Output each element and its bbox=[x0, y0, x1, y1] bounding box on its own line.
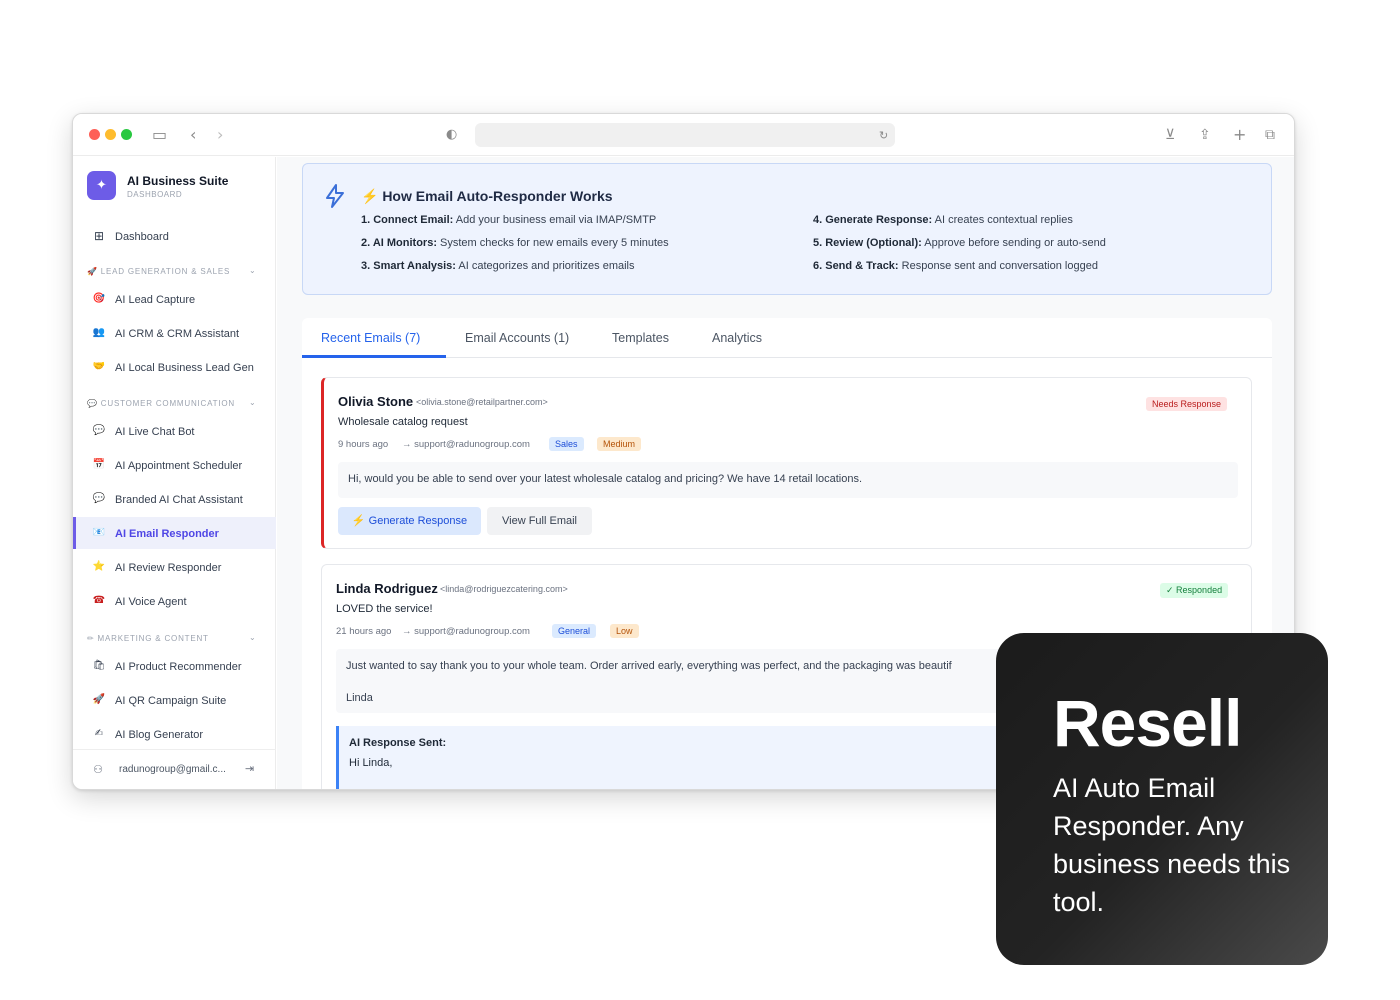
shield-icon[interactable]: ◐ bbox=[446, 125, 457, 145]
sidebar-item-crm-assistant[interactable]: 👥 AI CRM & CRM Assistant bbox=[73, 317, 276, 349]
promo-title: Resell bbox=[1053, 686, 1242, 760]
step-5: 5. Review (Optional): Approve before sen… bbox=[813, 237, 1106, 249]
writing-hand-icon: ✍ bbox=[94, 728, 104, 739]
sidebar-item-lead-capture[interactable]: 🎯 AI Lead Capture bbox=[73, 283, 276, 315]
rocket-icon: 🚀 bbox=[92, 694, 106, 705]
ai-response-text: Hi Linda, bbox=[349, 757, 393, 769]
target-icon: 🎯 bbox=[92, 293, 106, 304]
email-time: 9 hours ago bbox=[338, 439, 389, 450]
handshake-icon: 🤝 bbox=[92, 361, 106, 372]
forward-icon[interactable]: › bbox=[217, 125, 223, 145]
section-lead-generation[interactable]: 🚀 LEAD GENERATION & SALES ⌄ bbox=[87, 266, 256, 276]
sidebar-item-email-responder[interactable]: 📧 AI Email Responder bbox=[73, 517, 276, 549]
recipient-email: → support@radunogroup.com bbox=[402, 439, 530, 450]
sender-email: <olivia.stone@retailpartner.com> bbox=[416, 397, 548, 407]
address-bar[interactable]: ↻ bbox=[475, 123, 895, 147]
promo-body: AI Auto Email Responder. Any business ne… bbox=[1053, 773, 1291, 917]
tab-templates[interactable]: Templates bbox=[612, 331, 669, 345]
step-1: 1. Connect Email: Add your business emai… bbox=[361, 214, 657, 226]
status-badge: Needs Response bbox=[1146, 397, 1228, 411]
user-account[interactable]: ⚇ radunogroup@gmail.c... ⇥ bbox=[73, 749, 276, 789]
zoom-window-button[interactable] bbox=[121, 129, 132, 140]
chat-icon: 💬 bbox=[92, 425, 106, 436]
email-subject: Wholesale catalog request bbox=[338, 416, 468, 428]
brand-logo-icon: ✦ bbox=[87, 171, 116, 200]
promo-card: Resell AI Auto Email Responder. Any busi… bbox=[996, 633, 1328, 965]
view-full-email-button[interactable]: View Full Email bbox=[487, 507, 592, 535]
tab-recent-emails[interactable]: Recent Emails (7) bbox=[321, 331, 420, 345]
section-marketing-content[interactable]: ✏ MARKETING & CONTENT ⌄ bbox=[87, 633, 256, 643]
user-avatar-icon: ⚇ bbox=[93, 763, 103, 776]
step-3: 3. Smart Analysis: AI categorizes and pr… bbox=[361, 260, 635, 272]
status-badge: ✓ Responded bbox=[1160, 583, 1229, 598]
email-icon: 📧 bbox=[92, 527, 106, 538]
sidebar: ✦ AI Business Suite DASHBOARD ⊞ Dashboar… bbox=[73, 157, 276, 789]
sender-email: <linda@rodriguezcatering.com> bbox=[440, 584, 568, 594]
email-time: 21 hours ago bbox=[336, 626, 392, 637]
tab-analytics[interactable]: Analytics bbox=[712, 331, 762, 345]
chevron-down-icon: ⌄ bbox=[249, 633, 257, 642]
users-icon: 👥 bbox=[92, 327, 106, 338]
grid-icon: ⊞ bbox=[93, 229, 105, 243]
active-tab-indicator bbox=[302, 355, 446, 358]
shopping-bags-icon: 🛍 bbox=[92, 660, 106, 671]
star-icon: ⭐ bbox=[92, 561, 106, 572]
ai-response-label: AI Response Sent: bbox=[349, 737, 447, 749]
calendar-icon: 📅 bbox=[92, 459, 106, 470]
step-6: 6. Send & Track: Response sent and conve… bbox=[813, 260, 1098, 272]
browser-toolbar: ▭ ‹ › ◐ ↻ ⊻ ⇪ + ⧉ bbox=[73, 114, 1294, 156]
brand-title: AI Business Suite bbox=[127, 174, 229, 188]
tab-overview-icon[interactable]: ⧉ bbox=[1265, 125, 1275, 145]
tab-bar: Recent Emails (7) Email Accounts (1) Tem… bbox=[302, 318, 1272, 358]
close-window-button[interactable] bbox=[89, 129, 100, 140]
user-email: radunogroup@gmail.c... bbox=[119, 764, 226, 775]
section-customer-communication[interactable]: 💬 CUSTOMER COMMUNICATION ⌄ bbox=[87, 398, 256, 408]
email-card[interactable]: Olivia Stone <olivia.stone@retailpartner… bbox=[321, 377, 1252, 549]
brand[interactable]: ✦ AI Business Suite DASHBOARD bbox=[87, 171, 267, 207]
email-subject: LOVED the service! bbox=[336, 603, 433, 615]
chevron-down-icon: ⌄ bbox=[249, 266, 257, 275]
sidebar-item-review-responder[interactable]: ⭐ AI Review Responder bbox=[73, 551, 276, 583]
logout-icon[interactable]: ⇥ bbox=[245, 762, 254, 775]
sidebar-item-product-recommender[interactable]: 🛍 AI Product Recommender bbox=[73, 650, 276, 682]
minimize-window-button[interactable] bbox=[105, 129, 116, 140]
tab-email-accounts[interactable]: Email Accounts (1) bbox=[465, 331, 569, 345]
generate-response-button[interactable]: ⚡ Generate Response bbox=[338, 507, 481, 535]
reload-icon[interactable]: ↻ bbox=[879, 126, 888, 146]
how-it-works-box: ⚡ How Email Auto-Responder Works 1. Conn… bbox=[302, 163, 1272, 295]
sidebar-item-blog-generator[interactable]: ✍ AI Blog Generator bbox=[73, 718, 276, 750]
chat-icon: 💬 bbox=[92, 493, 106, 504]
step-2: 2. AI Monitors: System checks for new em… bbox=[361, 237, 669, 249]
priority-badge: Medium bbox=[597, 437, 642, 451]
sender-name: Linda Rodriguez bbox=[336, 581, 438, 596]
category-badge: Sales bbox=[549, 437, 584, 451]
sidebar-item-local-lead-gen[interactable]: 🤝 AI Local Business Lead Gen bbox=[73, 351, 276, 383]
lightning-icon bbox=[323, 183, 347, 214]
phone-icon: ☎ bbox=[92, 595, 106, 606]
chevron-down-icon: ⌄ bbox=[249, 398, 257, 407]
sidebar-item-branded-chat[interactable]: 💬 Branded AI Chat Assistant bbox=[73, 483, 276, 515]
step-4: 4. Generate Response: AI creates context… bbox=[813, 214, 1073, 226]
share-icon[interactable]: ⇪ bbox=[1199, 125, 1211, 145]
back-icon[interactable]: ‹ bbox=[190, 125, 196, 145]
recipient-email: → support@radunogroup.com bbox=[402, 626, 530, 637]
sidebar-item-live-chat-bot[interactable]: 💬 AI Live Chat Bot bbox=[73, 415, 276, 447]
priority-badge: Low bbox=[610, 624, 639, 638]
sender-name: Olivia Stone bbox=[338, 394, 414, 409]
sidebar-item-voice-agent[interactable]: ☎ AI Voice Agent bbox=[73, 585, 276, 617]
download-icon[interactable]: ⊻ bbox=[1165, 125, 1175, 145]
email-body: Hi, would you be able to send over your … bbox=[338, 462, 1238, 498]
sidebar-item-appointment-scheduler[interactable]: 📅 AI Appointment Scheduler bbox=[73, 449, 276, 481]
sidebar-item-qr-campaign[interactable]: 🚀 AI QR Campaign Suite bbox=[73, 684, 276, 716]
brand-subtitle: DASHBOARD bbox=[127, 190, 183, 199]
sidebar-item-dashboard[interactable]: ⊞ Dashboard bbox=[73, 220, 276, 252]
new-tab-icon[interactable]: + bbox=[1233, 125, 1246, 145]
sidebar-toggle-icon[interactable]: ▭ bbox=[152, 125, 167, 145]
how-it-works-title: ⚡ How Email Auto-Responder Works bbox=[361, 188, 613, 204]
category-badge: General bbox=[552, 624, 597, 638]
